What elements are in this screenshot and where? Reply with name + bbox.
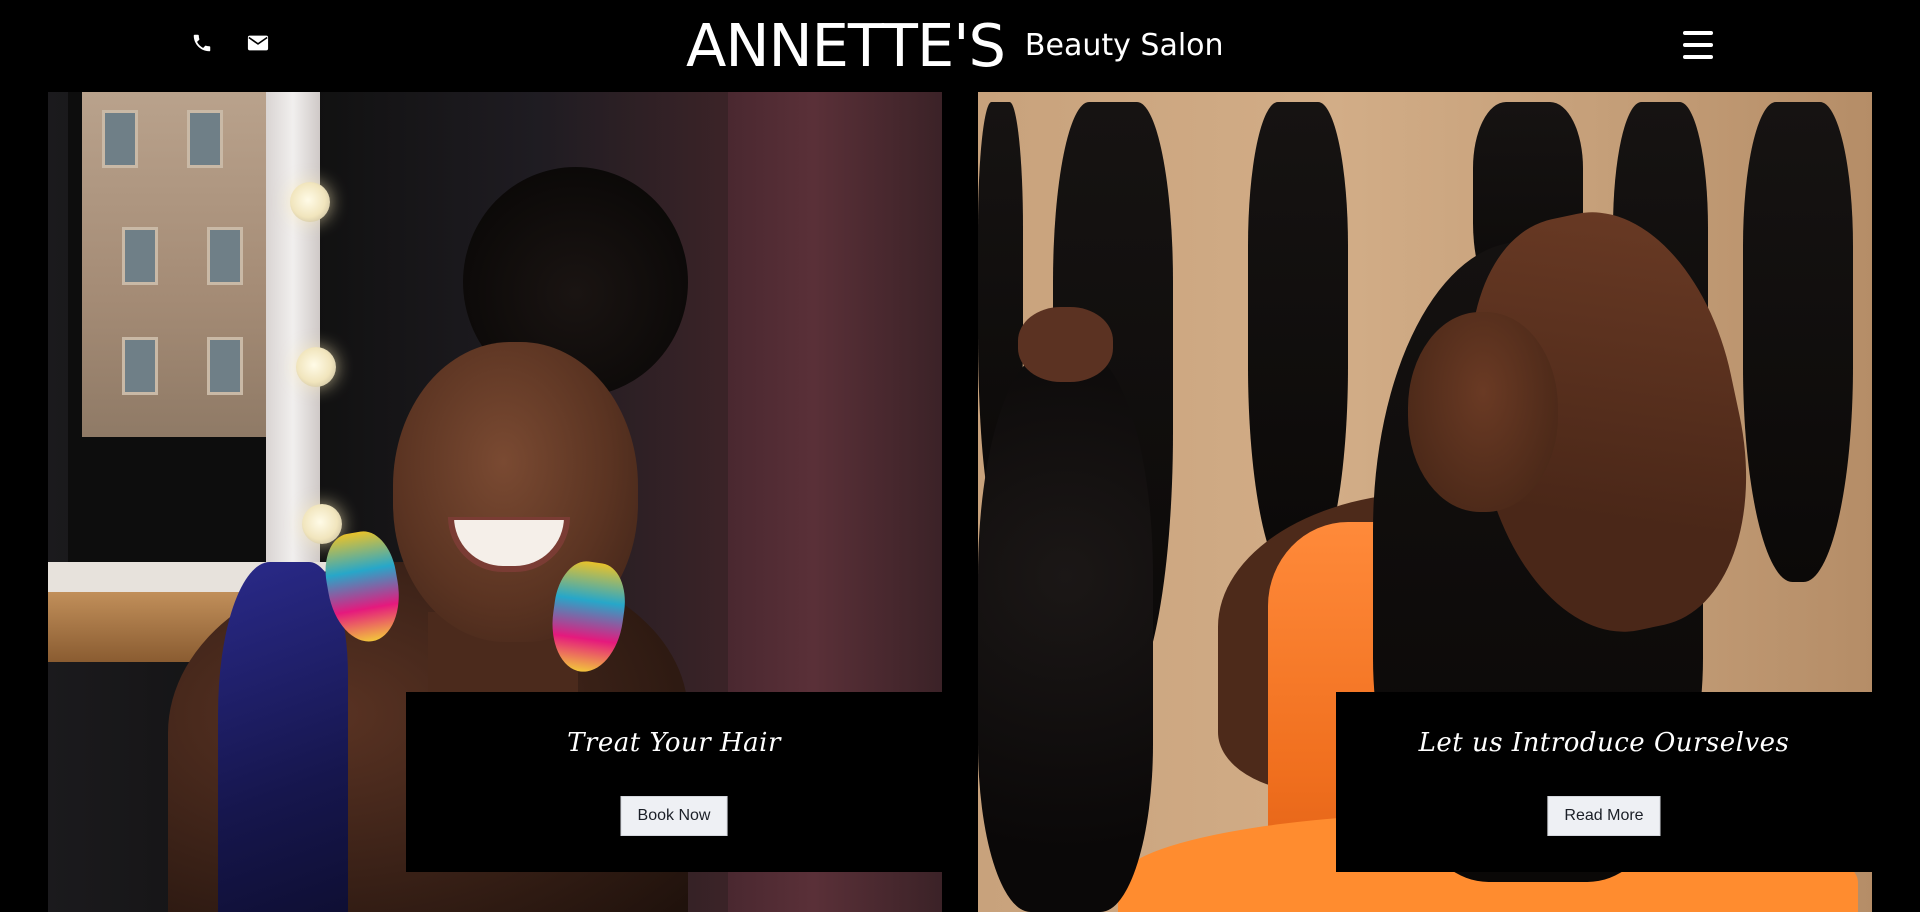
mirror-bulb bbox=[290, 182, 330, 222]
card-title: Let us Introduce Ourselves bbox=[1418, 728, 1790, 758]
brand-subtitle: Beauty Salon bbox=[1024, 28, 1224, 63]
hero-panel-introduce: Let us Introduce Ourselves Read More bbox=[978, 92, 1872, 912]
hamburger-menu-icon[interactable] bbox=[1683, 31, 1713, 59]
mirror-frame bbox=[266, 92, 320, 572]
curly-hair-bundle bbox=[978, 352, 1153, 912]
brand-logo[interactable]: ANNETTE'S Beauty Salon bbox=[686, 10, 1224, 82]
card-title: Treat Your Hair bbox=[567, 728, 781, 758]
hanging-hair-bundle bbox=[1743, 102, 1853, 582]
mail-icon[interactable] bbox=[245, 30, 271, 56]
read-more-button[interactable]: Read More bbox=[1547, 796, 1661, 836]
person-hand bbox=[1018, 307, 1113, 382]
site-header: ANNETTE'S Beauty Salon bbox=[0, 0, 1920, 92]
hero-card-treat-hair: Treat Your Hair Book Now bbox=[406, 692, 942, 872]
brand-name: ANNETTE'S bbox=[686, 11, 1006, 80]
mirror-bulb bbox=[296, 347, 336, 387]
hero-panel-treat-hair: Treat Your Hair Book Now bbox=[48, 92, 942, 912]
person-face bbox=[1408, 312, 1558, 512]
book-now-button[interactable]: Book Now bbox=[620, 796, 728, 836]
phone-icon[interactable] bbox=[189, 30, 215, 56]
hero-card-introduce: Let us Introduce Ourselves Read More bbox=[1336, 692, 1872, 872]
sequin-dress bbox=[218, 562, 348, 912]
